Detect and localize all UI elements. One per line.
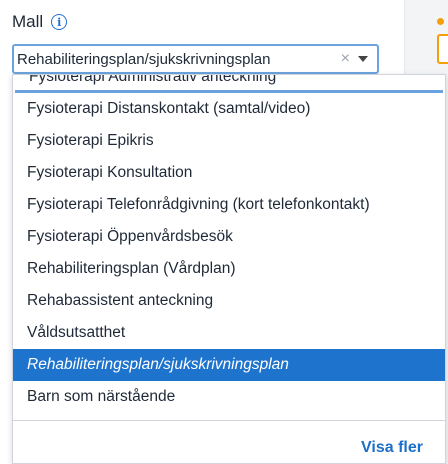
info-icon[interactable]: i (51, 14, 68, 30)
dropdown-menu: Fysioterapi Administrativ anteckning Fys… (12, 74, 446, 464)
status-dot (437, 18, 444, 25)
select-value: Rehabiliteringsplan/sjukskrivningsplan (17, 50, 271, 68)
side-panel-control[interactable] (437, 34, 448, 64)
page: Mall i Rehabiliteringsplan/sjukskrivning… (0, 0, 448, 464)
show-more-link[interactable]: Visa fler (361, 439, 423, 457)
dropdown-option[interactable]: Fysioterapi Telefonrådgivning (kort tele… (13, 189, 445, 221)
dropdown-option[interactable]: Fysioterapi Distanskontakt (samtal/video… (13, 93, 445, 125)
template-select[interactable]: Rehabiliteringsplan/sjukskrivningsplan × (12, 44, 379, 74)
dropdown-option[interactable]: Fysioterapi Konsultation (13, 157, 445, 189)
dropdown-option[interactable]: Fysioterapi Epikris (13, 125, 445, 157)
dropdown-option[interactable]: Barn som närstående (13, 381, 445, 413)
option-list: Fysioterapi Administrativ anteckning Fys… (13, 75, 445, 413)
dropdown-option[interactable]: Fysioterapi Öppenvårdsbesök (13, 221, 445, 253)
dropdown-option-selected[interactable]: Rehabiliteringsplan/sjukskrivningsplan (13, 349, 445, 381)
dropdown-option[interactable]: Rehabiliteringsplan (Vårdplan) (13, 253, 445, 285)
dropdown-option[interactable]: Rehabassistent anteckning (13, 285, 445, 317)
field-label: Mall i (12, 12, 68, 32)
dropdown-option[interactable]: Fysioterapi Administrativ anteckning (15, 75, 443, 93)
dropdown-divider (13, 420, 445, 421)
clear-icon[interactable]: × (341, 51, 350, 67)
dropdown-option[interactable]: Våldsutsatthet (13, 317, 445, 349)
chevron-down-icon[interactable] (358, 56, 368, 62)
field-label-text: Mall (12, 12, 44, 31)
